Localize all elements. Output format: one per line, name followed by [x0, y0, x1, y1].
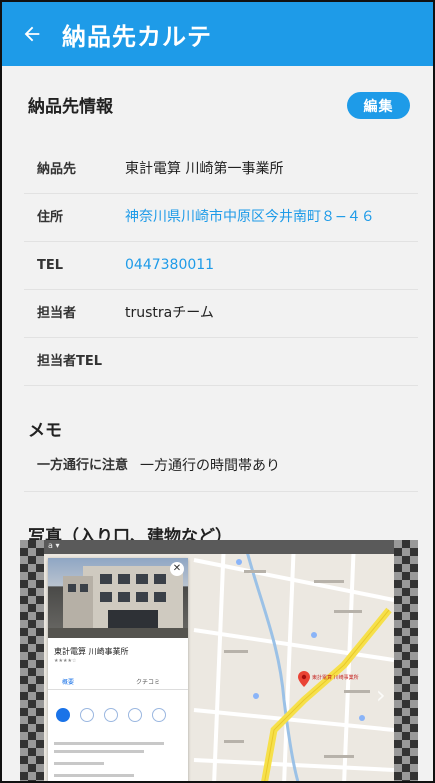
page-title: 納品先カルテ: [62, 22, 212, 51]
main-content: 納品先情報 編集 納品先 東計電算 川崎第一事業所 住所 神奈川県川崎市中原区今…: [2, 66, 433, 550]
memo-label: 一方通行に注意: [37, 458, 129, 473]
delivery-info-header: 納品先情報 編集: [2, 66, 433, 146]
info-label: 納品先: [37, 162, 77, 177]
memo-header: メモ: [2, 386, 433, 446]
info-label: 担当者: [37, 306, 77, 321]
place-actions: [48, 708, 188, 732]
building-photo: ✕: [48, 558, 188, 638]
info-row-contact-tel: 担当者TEL: [24, 338, 418, 386]
building-image: [48, 566, 188, 638]
card-close-button[interactable]: ✕: [170, 562, 184, 576]
save-icon[interactable]: [80, 708, 94, 722]
info-label: 住所: [37, 210, 64, 225]
map-photo: a ▾ 東計電算 川崎事業所 ✕ 東計電算 川崎事業所 ★★★★☆ 概要 クチコ…: [44, 540, 394, 781]
info-row-contact: 担当者 trustraチーム: [24, 290, 418, 338]
delivery-name-value: 東計電算 川崎第一事業所: [125, 161, 284, 177]
delivery-info-title: 納品先情報: [28, 97, 113, 117]
tab-reviews[interactable]: クチコミ: [136, 677, 160, 686]
detail-line: [54, 750, 144, 753]
memo-title: メモ: [28, 421, 62, 441]
info-label: 担当者TEL: [37, 354, 103, 369]
app-bar: 納品先カルテ: [2, 2, 433, 66]
tel-link[interactable]: 0447380011: [125, 242, 214, 289]
memo-row: 一方通行に注意 一方通行の時間帯あり: [24, 446, 418, 492]
info-row-delivery-name: 納品先 東計電算 川崎第一事業所: [24, 146, 418, 194]
edit-button[interactable]: 編集: [347, 92, 410, 119]
map-pin-label: 東計電算 川崎事業所: [312, 675, 359, 681]
directions-icon[interactable]: [56, 708, 70, 722]
map-topbar-text: a ▾: [48, 541, 60, 550]
photo-border-right: [394, 540, 418, 781]
memo-value: 一方通行の時間帯あり: [140, 458, 280, 474]
address-link[interactable]: 神奈川県川崎市中原区今井南町８−４６: [125, 194, 375, 241]
contact-value: trustraチーム: [125, 305, 214, 321]
photo-carousel[interactable]: a ▾ 東計電算 川崎事業所 ✕ 東計電算 川崎事業所 ★★★★☆ 概要 クチコ…: [20, 540, 418, 781]
carousel-next-icon[interactable]: ›: [376, 680, 390, 710]
map-pin-icon: [298, 671, 310, 687]
place-tabs: 概要 クチコミ: [48, 674, 188, 690]
place-name: 東計電算 川崎事業所: [54, 647, 129, 656]
carousel-prev-icon[interactable]: ‹: [50, 680, 64, 710]
share-icon[interactable]: [152, 708, 166, 722]
detail-line: [54, 742, 164, 745]
detail-line: [54, 774, 134, 777]
detail-line: [54, 762, 104, 765]
info-row-tel: TEL 0447380011: [24, 242, 418, 290]
info-row-address: 住所 神奈川県川崎市中原区今井南町８−４６: [24, 194, 418, 242]
phone-screen: 納品先カルテ 納品先情報 編集 納品先 東計電算 川崎第一事業所 住所 神奈川県…: [0, 0, 435, 783]
place-rating: ★★★★☆: [54, 658, 77, 664]
map-topbar: a ▾: [44, 540, 394, 554]
photo-border-left: [20, 540, 44, 781]
arrow-left-icon: [24, 26, 40, 42]
nearby-icon[interactable]: [104, 708, 118, 722]
map-place-card: ✕ 東計電算 川崎事業所 ★★★★☆ 概要 クチコミ: [48, 558, 188, 781]
back-button[interactable]: [2, 2, 62, 66]
info-label: TEL: [37, 258, 64, 273]
send-icon[interactable]: [128, 708, 142, 722]
